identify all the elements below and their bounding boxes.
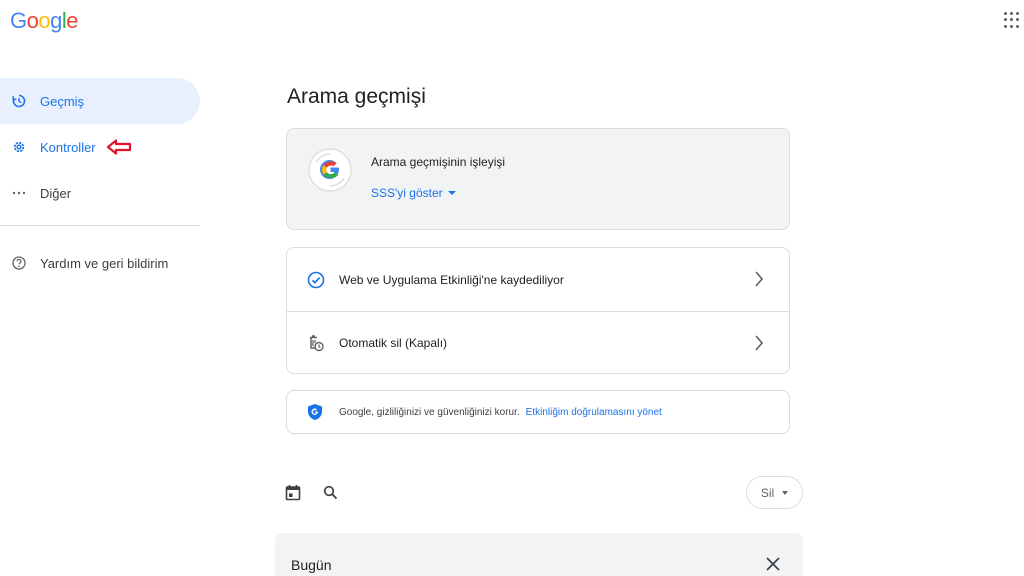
auto-delete-icon <box>307 334 325 352</box>
info-card: Arama geçmişinin işleyişi SSS'yi göster <box>286 128 790 230</box>
sidebar: Geçmiş Kontroller Diğer <box>0 78 200 216</box>
calendar-icon[interactable] <box>285 484 301 501</box>
help-icon <box>12 256 26 270</box>
logo-letter: o <box>38 8 51 33</box>
gear-icon <box>12 140 26 154</box>
page-title: Arama geçmişi <box>287 85 426 108</box>
sidebar-item-other[interactable]: Diğer <box>0 170 200 216</box>
privacy-text: Google, gizliliğinizi ve güvenliğinizi k… <box>339 406 520 418</box>
google-logo[interactable]: Google <box>10 8 79 34</box>
auto-delete-row[interactable]: Otomatik sil (Kapalı) <box>287 311 789 374</box>
chevron-right-icon <box>755 271 764 287</box>
info-card-title: Arama geçmişinin işleyişi <box>371 155 506 169</box>
sidebar-item-label: Diğer <box>40 185 72 201</box>
today-section-header: Bugün <box>275 533 803 576</box>
google-g-icon <box>308 148 352 192</box>
close-icon[interactable] <box>765 556 781 572</box>
shield-icon <box>308 404 322 420</box>
settings-card: Web ve Uygulama Etkinliği'ne kaydediliyo… <box>286 247 790 374</box>
sidebar-item-history[interactable]: Geçmiş <box>0 78 200 124</box>
manage-verification-link[interactable]: Etkinliğim doğrulamasını yönet <box>526 407 662 418</box>
show-faq-link[interactable]: SSS'yi göster <box>371 186 456 200</box>
show-faq-label: SSS'yi göster <box>371 186 443 200</box>
web-app-activity-label: Web ve Uygulama Etkinliği'ne kaydediliyo… <box>339 272 564 287</box>
sidebar-item-controls[interactable]: Kontroller <box>0 124 200 170</box>
web-app-activity-row[interactable]: Web ve Uygulama Etkinliği'ne kaydediliyo… <box>287 248 789 311</box>
logo-letter: G <box>10 8 27 33</box>
search-icon[interactable] <box>323 485 338 500</box>
annotation-arrow-icon <box>106 139 132 155</box>
sidebar-divider <box>0 225 200 226</box>
delete-dropdown-button[interactable]: Sil <box>746 476 803 509</box>
sidebar-item-label: Geçmiş <box>40 93 85 109</box>
delete-label: Sil <box>760 485 775 500</box>
privacy-card: Google, gizliliğinizi ve güvenliğinizi k… <box>286 390 790 434</box>
history-icon <box>12 94 26 108</box>
sidebar-item-label: Kontroller <box>40 139 96 155</box>
apps-grid-icon[interactable] <box>1004 12 1020 28</box>
auto-delete-label: Otomatik sil (Kapalı) <box>339 336 448 350</box>
caret-down-icon <box>782 490 789 495</box>
check-circle-icon <box>307 271 325 289</box>
chevron-right-icon <box>755 335 764 351</box>
help-label: Yardım ve geri bildirim <box>40 255 169 271</box>
logo-letter: g <box>50 8 62 33</box>
sidebar-item-help[interactable]: Yardım ve geri bildirim <box>0 240 200 286</box>
caret-down-icon <box>447 191 456 195</box>
more-horiz-icon <box>12 186 26 200</box>
today-label: Bugün <box>291 557 332 573</box>
logo-letter: e <box>66 8 79 33</box>
logo-letter: o <box>26 8 39 33</box>
